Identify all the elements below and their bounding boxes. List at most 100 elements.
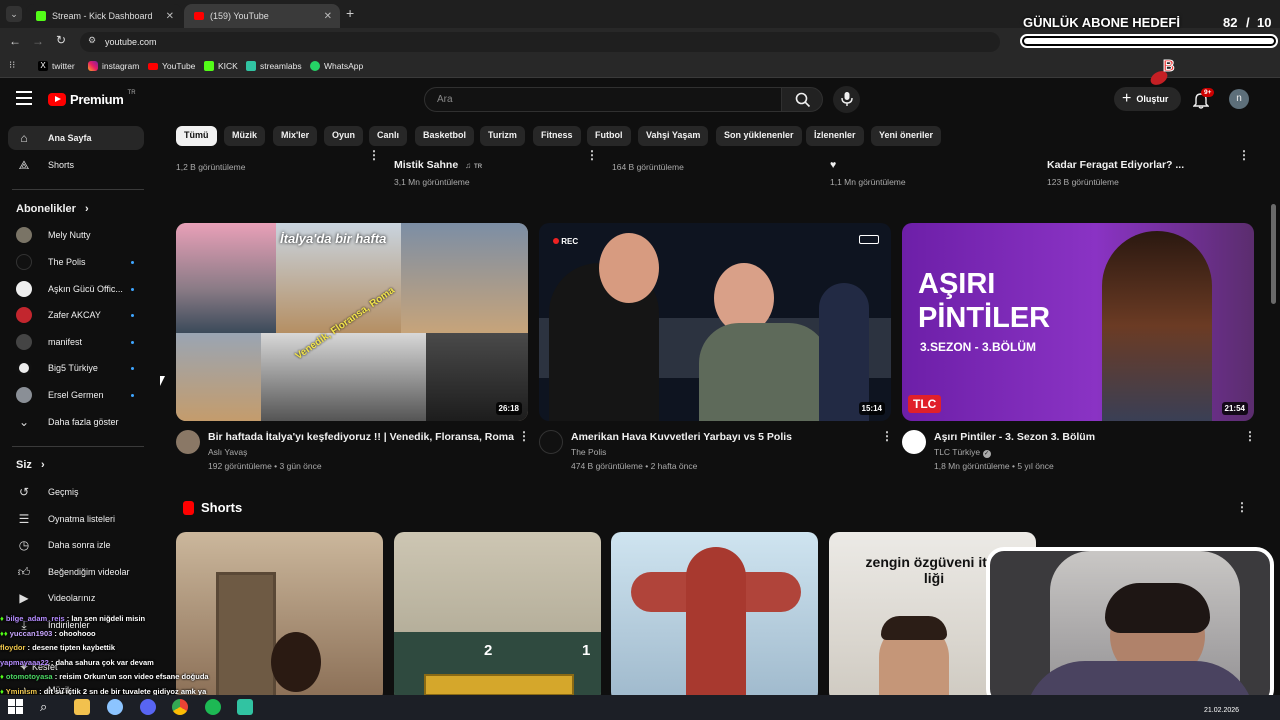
chip-fitness[interactable]: Fitness [533,126,581,146]
site-info-icon[interactable]: ⚙ [88,35,96,46]
channel-avatar [16,254,32,270]
more-options-icon[interactable]: ⋮ [1238,148,1250,162]
goal-separator: / [1246,15,1250,30]
channel-name[interactable]: TLC Türkiye ✓ [934,447,991,458]
sidebar-sub-manifest[interactable]: manifest [8,330,144,354]
video-views: 1,2 B görüntüleme [176,162,246,172]
you-heading[interactable]: Siz › [16,459,45,471]
chip-watched[interactable]: İzlenenler [806,126,864,146]
chip-music[interactable]: Müzik [224,126,266,146]
chip-gaming[interactable]: Oyun [324,126,364,146]
short-thumbnail[interactable] [611,532,818,702]
more-options-icon[interactable]: ⋮ [518,429,530,443]
tab-youtube[interactable]: (159) YouTube ✕ [184,4,340,28]
short-thumbnail[interactable]: 2 1 [394,532,601,702]
video-thumbnail[interactable]: AŞIRI PİNTİLER 3.SEZON - 3.BÖLÜM TLC 21:… [902,223,1254,421]
page-scrollbar[interactable] [1271,204,1276,304]
video-duration: 26:18 [495,402,522,415]
sidebar-sub-big5[interactable]: Big5 Türkiye [8,356,144,380]
bookmark-kick[interactable]: KICK [204,61,238,71]
chrome-icon[interactable] [172,699,188,715]
channel-name[interactable]: The Polis [571,447,606,457]
x-logo-icon: X [38,61,48,71]
search-icon[interactable]: ⌕ [40,699,56,715]
sidebar-item-watch-later[interactable]: ◷ Daha sonra izle [8,533,144,557]
more-options-icon[interactable]: ⋮ [1236,500,1248,514]
voice-search-button[interactable] [833,86,860,113]
bookmark-youtube[interactable]: YouTube [148,61,195,71]
youtube-tab-icon [194,12,204,20]
close-tab-icon[interactable]: ✕ [166,11,174,22]
bookmarks-bar: ⁝⁝ X twitter instagram YouTube KICK stre… [0,56,1280,78]
sidebar-sub-ersel-germen[interactable]: Ersel Germen [8,383,144,407]
video-thumbnail[interactable]: İtalya'da bir hafta Venedik, Floransa, R… [176,223,528,421]
chip-recently-uploaded[interactable]: Son yüklenenler [716,126,802,146]
channel-avatar[interactable] [176,430,200,454]
video-title[interactable]: ♥ [830,159,836,171]
sidebar-sub-zafer-akcay[interactable]: Zafer AKCAY [8,303,144,327]
channel-avatar[interactable] [539,430,563,454]
chip-new-to-you[interactable]: Yeni öneriler [871,126,942,146]
account-avatar[interactable]: n [1229,89,1249,109]
forward-icon[interactable]: → [32,34,44,48]
video-title[interactable]: Kadar Feragat Ediyorlar? ... [1047,159,1184,171]
chip-mixes[interactable]: Mix'ler [273,126,318,146]
more-options-icon[interactable]: ⋮ [368,148,380,162]
video-title[interactable]: Aşırı Pintiler - 3. Sezon 3. Bölüm [934,431,1095,443]
reload-icon[interactable]: ↻ [56,33,66,47]
sidebar-item-history[interactable]: ↺ Geçmiş [8,480,144,504]
sidebar-show-more[interactable]: ⌄ Daha fazla göster [8,410,144,434]
more-options-icon[interactable]: ⋮ [1244,429,1256,443]
notifications-button[interactable]: 9+ [1191,88,1215,110]
search-button[interactable] [781,87,823,112]
url-field[interactable]: ⚙ youtube.com [80,32,1000,52]
back-icon[interactable]: ← [9,34,21,48]
sidebar-item-home[interactable]: ⌂ Ana Sayfa [8,126,144,150]
create-button[interactable]: + Oluştur [1114,87,1181,111]
more-options-icon[interactable]: ⋮ [881,429,893,443]
channel-avatar[interactable] [902,430,926,454]
chip-live[interactable]: Canlı [369,126,408,146]
bookmark-twitter[interactable]: X twitter [38,61,75,71]
bookmark-streamlabs[interactable]: streamlabs [246,61,302,71]
close-tab-icon[interactable]: ✕ [324,11,332,22]
chip-all[interactable]: Tümü [176,126,217,146]
tab-list-chevron-icon[interactable]: ⌄ [6,6,22,22]
streamlabs-icon[interactable] [237,699,253,715]
chip-basketball[interactable]: Basketbol [415,126,475,146]
menu-hamburger-icon[interactable] [16,91,32,105]
search-input[interactable]: Ara [424,87,782,112]
apps-grid-icon[interactable]: ⁝⁝ [9,60,15,71]
more-options-icon[interactable]: ⋮ [586,148,598,162]
sidebar-sub-mely-nutty[interactable]: Mely Nutty [8,223,144,247]
chip-football[interactable]: Futbol [587,126,631,146]
bookmark-whatsapp[interactable]: WhatsApp [310,61,363,71]
discord-icon[interactable] [140,699,156,715]
file-explorer-icon[interactable] [74,699,90,715]
bookmark-instagram[interactable]: instagram [88,61,139,71]
youtube-logo[interactable]: Premium TR [48,90,136,107]
subscriptions-heading[interactable]: Abonelikler › [16,203,89,215]
video-title[interactable]: Bir haftada İtalya'yı keşfediyoruz !! | … [208,431,514,443]
sidebar-item-liked[interactable]: 👍︎ Beğendiğim videolar [8,560,144,584]
sidebar-item-your-videos[interactable]: ▶ Videolarınız [8,586,144,610]
channel-name[interactable]: Aslı Yavaş [208,447,247,457]
windows-start-icon[interactable] [8,699,24,715]
new-tab-button[interactable]: + [346,5,354,21]
video-title[interactable]: Amerikan Hava Kuvvetleri Yarbayı vs 5 Po… [571,431,792,443]
sidebar-sub-the-polis[interactable]: The Polis [8,250,144,274]
sidebar-item-shorts[interactable]: ⟁ Shorts [8,153,144,177]
chevron-right-icon: › [40,459,45,471]
thumbnail-title-text: İtalya'da bir hafta [280,231,387,246]
subscriber-goal-overlay: GÜNLÜK ABONE HEDEFİ 82 / 10 [1016,10,1280,54]
goal-target: 10 [1257,15,1272,30]
sidebar-item-playlists[interactable]: ☰ Oynatma listeleri [8,507,144,531]
spotify-icon[interactable] [205,699,221,715]
video-title[interactable]: Mistik Sahne ♫ TR [394,159,482,171]
video-thumbnail[interactable]: REC 15:14 [539,223,891,421]
tab-kick-dashboard[interactable]: Stream - Kick Dashboard ✕ [26,4,182,28]
sidebar-sub-askin-gucu[interactable]: Aşkın Gücü Offic... [8,277,144,301]
app-icon[interactable] [107,699,123,715]
chip-wildlife[interactable]: Vahşi Yaşam [638,126,709,146]
chip-tourism[interactable]: Turizm [480,126,525,146]
